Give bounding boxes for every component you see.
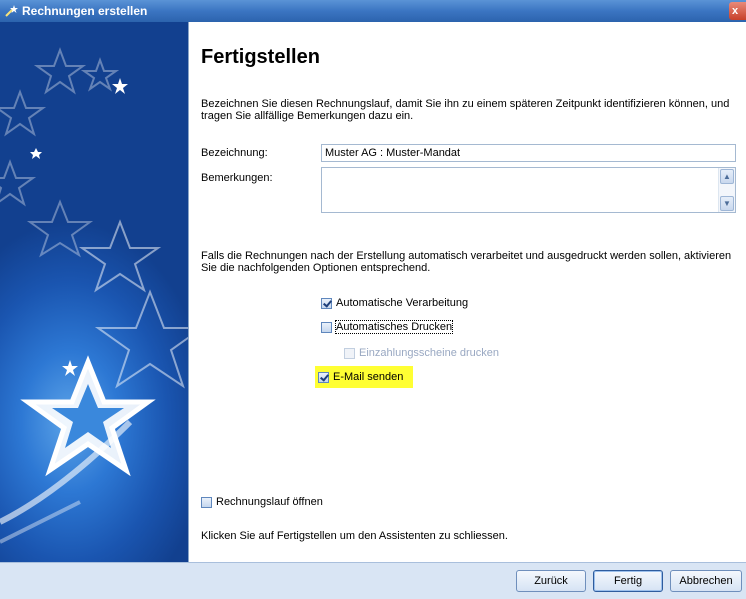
page-title: Fertigstellen (201, 46, 320, 68)
auto-drucken-option[interactable]: Automatisches Drucken (321, 320, 454, 334)
rechnungslauf-oeffnen-label: Rechnungslauf öffnen (216, 496, 323, 508)
auto-verarbeitung-checkbox[interactable] (321, 297, 332, 309)
options-description: Falls die Rechnungen nach der Erstellung… (201, 250, 732, 274)
bezeichnung-input[interactable]: Muster AG : Muster-Mandat (321, 144, 736, 162)
rechnungslauf-oeffnen-checkbox[interactable] (201, 496, 212, 508)
wizard-footer: Zurück Fertig Abbrechen (0, 562, 746, 599)
email-senden-checkbox[interactable] (318, 371, 329, 383)
auto-verarbeitung-option[interactable]: Automatische Verarbeitung (321, 297, 468, 309)
back-button[interactable]: Zurück (516, 570, 586, 592)
einzahlungsscheine-option: Einzahlungsscheine drucken (344, 347, 499, 359)
einzahlungsscheine-checkbox (344, 347, 355, 359)
stars-decoration-icon (0, 47, 188, 544)
cancel-button[interactable]: Abbrechen (670, 570, 742, 592)
email-senden-option[interactable]: E-Mail senden (315, 366, 414, 388)
bemerkungen-textarea[interactable]: ▲ ▼ (321, 167, 736, 213)
chevron-up-icon: ▲ (723, 172, 731, 181)
bemerkungen-scrollbar[interactable]: ▲ ▼ (718, 168, 735, 212)
auto-verarbeitung-label: Automatische Verarbeitung (336, 297, 469, 309)
window-title: Rechnungen erstellen (22, 4, 148, 18)
finish-instructions: Klicken Sie auf Fertigstellen um den Ass… (201, 530, 508, 542)
wizard-content: Fertigstellen Bezeichnen Sie diesen Rech… (188, 22, 746, 562)
intro-text: Bezeichnen Sie diesen Rechnungslauf, dam… (201, 98, 730, 122)
scroll-up-button[interactable]: ▲ (720, 169, 734, 184)
wand-icon (5, 5, 18, 17)
einzahlungsscheine-label: Einzahlungsscheine drucken (359, 347, 500, 359)
bemerkungen-label: Bemerkungen: (201, 172, 273, 184)
close-icon[interactable]: x (729, 2, 746, 20)
finish-button[interactable]: Fertig (593, 570, 663, 592)
rechnungslauf-oeffnen-option[interactable]: Rechnungslauf öffnen (201, 496, 323, 508)
wizard-side-banner (0, 22, 188, 598)
chevron-down-icon: ▼ (723, 199, 731, 208)
email-senden-label: E-Mail senden (333, 371, 404, 383)
window-titlebar: Rechnungen erstellen x (0, 0, 746, 22)
bezeichnung-label: Bezeichnung: (201, 147, 268, 159)
auto-drucken-checkbox[interactable] (321, 321, 332, 333)
auto-drucken-label: Automatisches Drucken (334, 320, 454, 334)
scroll-down-button[interactable]: ▼ (720, 196, 734, 211)
